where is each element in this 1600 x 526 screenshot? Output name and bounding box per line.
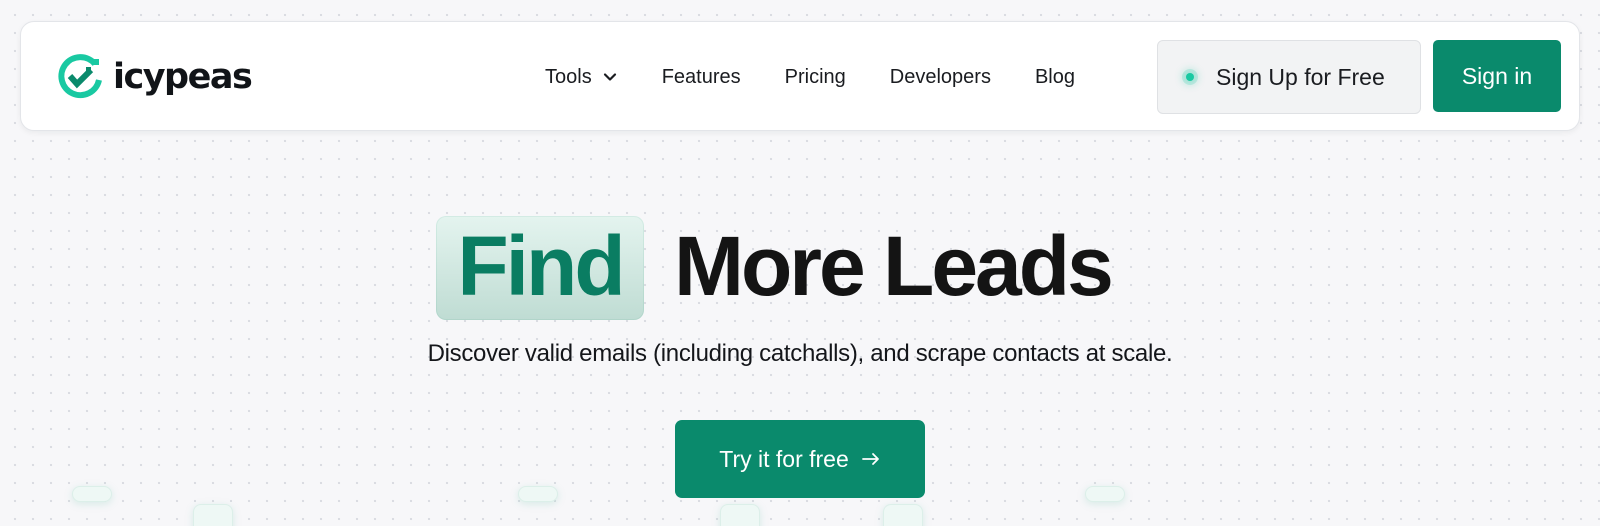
decorative-tile	[518, 486, 558, 502]
nav-item-tools[interactable]: Tools	[545, 66, 618, 89]
top-navbar: icypeas Tools Features Pricing Developer…	[20, 21, 1580, 131]
decorative-tile	[883, 504, 923, 526]
try-free-button[interactable]: Try it for free	[675, 420, 925, 498]
arrow-right-icon	[861, 453, 879, 465]
nav-item-pricing[interactable]: Pricing	[785, 66, 846, 89]
nav-item-features[interactable]: Features	[662, 66, 741, 89]
status-dot-icon	[1186, 73, 1194, 81]
decorative-tile	[1085, 486, 1125, 502]
chevron-down-icon	[603, 73, 616, 81]
nav-item-developers[interactable]: Developers	[890, 66, 991, 89]
nav-item-tools-label: Tools	[545, 65, 592, 88]
nav-item-blog[interactable]: Blog	[1035, 66, 1075, 89]
brand-logo[interactable]: icypeas	[57, 54, 253, 100]
decorative-tile	[72, 486, 112, 502]
checkmark-circle-icon	[58, 54, 102, 99]
hero-title-rest: More Leads	[674, 219, 1114, 313]
hero-title-highlight: Find	[436, 216, 644, 320]
brand-name: icypeas	[113, 57, 253, 97]
main-nav: Tools Features Pricing Developers Blog	[545, 60, 1075, 94]
decorative-tile	[193, 504, 233, 526]
signin-button[interactable]: Sign in	[1433, 40, 1561, 112]
signup-label: Sign Up for Free	[1216, 63, 1385, 90]
signup-button[interactable]: Sign Up for Free	[1157, 40, 1421, 114]
hero-subtitle: Discover valid emails (including catchal…	[427, 340, 1173, 367]
try-free-label: Try it for free	[719, 445, 849, 472]
decorative-tile	[720, 504, 760, 526]
hero-title: Find More Leads	[436, 216, 1176, 320]
